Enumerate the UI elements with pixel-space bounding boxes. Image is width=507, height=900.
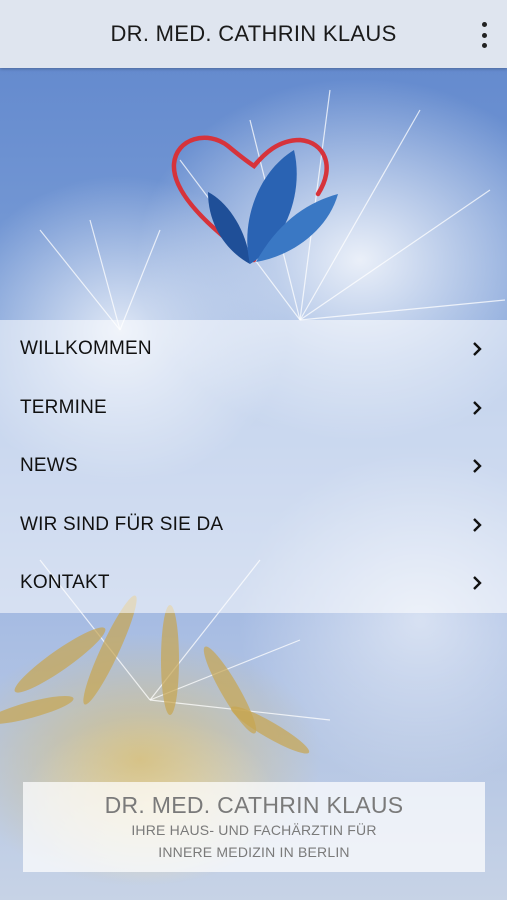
nav-item-label: KONTAKT [20,572,110,594]
footer-info-card: DR. MED. CATHRIN KLAUS IHRE HAUS- UND FA… [23,782,485,872]
footer-title: DR. MED. CATHRIN KLAUS [104,792,404,818]
chevron-right-icon [467,456,487,476]
footer-subtitle-line2: INNERE MEDIZIN IN BERLIN [158,844,350,860]
header-title: DR. MED. CATHRIN KLAUS [110,21,397,46]
nav-item-label: NEWS [20,455,78,477]
nav-item-kontakt[interactable]: KONTAKT [0,554,507,613]
nav-item-termine[interactable]: TERMINE [0,379,507,438]
nav-item-label: WILLKOMMEN [20,338,152,360]
nav-item-news[interactable]: NEWS [0,437,507,496]
nav-item-label: TERMINE [20,396,107,418]
chevron-right-icon [467,515,487,535]
footer-subtitle-line1: IHRE HAUS- UND FACHÄRZTIN FÜR [131,822,377,838]
more-vert-icon[interactable] [475,22,493,48]
app-header: DR. MED. CATHRIN KLAUS [0,0,507,68]
chevron-right-icon [467,398,487,418]
nav-item-wir-sind-fuer-sie-da[interactable]: WIR SIND FÜR SIE DA [0,496,507,555]
nav-item-willkommen[interactable]: WILLKOMMEN [0,320,507,379]
nav-item-label: WIR SIND FÜR SIE DA [20,513,224,535]
practice-logo [171,135,338,264]
chevron-right-icon [467,573,487,593]
main-navigation: WILLKOMMEN TERMINE NEWS WIR SIND FÜR SIE… [0,320,507,613]
chevron-right-icon [467,339,487,359]
